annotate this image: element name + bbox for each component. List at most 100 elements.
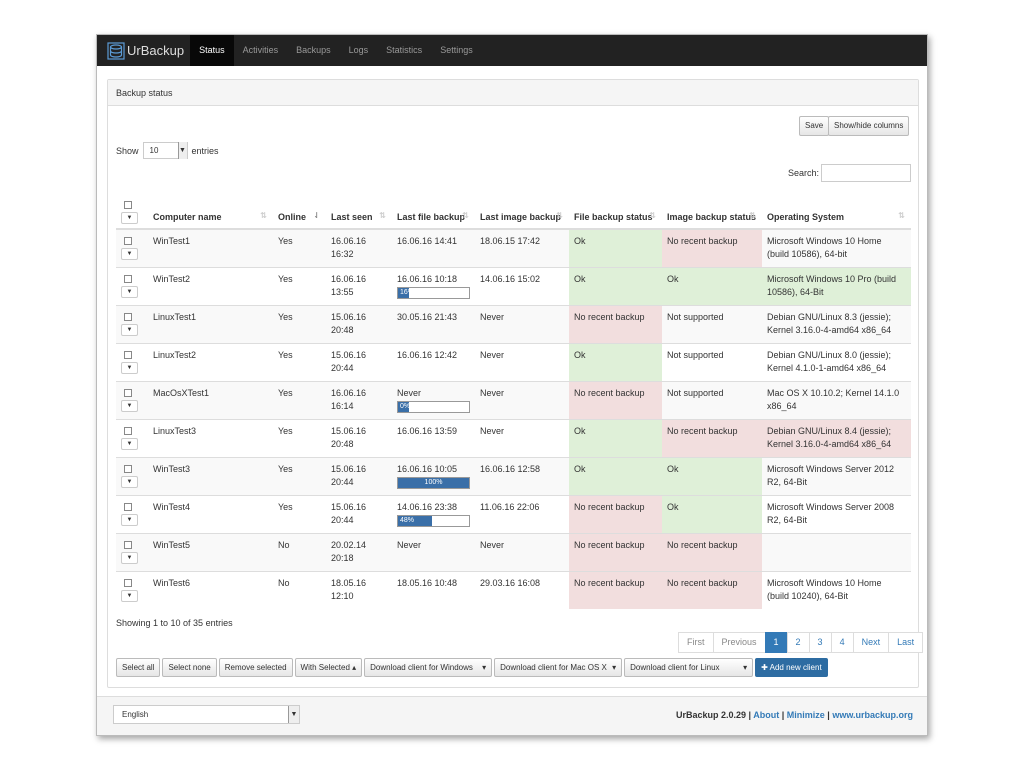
with-selected-button[interactable]: With Selected ▴ bbox=[294, 658, 363, 677]
image-backup-status-cell: Not supported bbox=[662, 304, 762, 343]
row-checkbox[interactable] bbox=[124, 350, 132, 359]
row-checkbox[interactable] bbox=[124, 237, 132, 245]
page-4-button[interactable]: 4 bbox=[830, 632, 854, 653]
sort-icon: ⇅ bbox=[260, 211, 267, 220]
row-dropdown-button[interactable]: ▼ bbox=[121, 285, 138, 298]
column-header[interactable]: Online ⇃ bbox=[273, 193, 326, 230]
row-dropdown-button[interactable]: ▼ bbox=[121, 361, 138, 374]
column-header[interactable]: Computer name ⇅ bbox=[148, 193, 273, 230]
last-file-backup-cell: 16.06.16 10:05 100% bbox=[392, 456, 475, 495]
file-backup-status-cell: No recent backup bbox=[569, 570, 662, 609]
download-windows-client-select[interactable]: Download client for Windows ▾ bbox=[364, 658, 493, 677]
database-logo-icon bbox=[107, 41, 125, 60]
row-dropdown-button[interactable]: ▼ bbox=[121, 475, 138, 488]
online-cell: Yes bbox=[273, 342, 326, 381]
nav-item-status[interactable]: Status bbox=[190, 35, 234, 66]
row-dropdown-button[interactable]: ▼ bbox=[121, 248, 138, 260]
page-next-button[interactable]: Next bbox=[852, 632, 890, 653]
nav-item-backups[interactable]: Backups bbox=[287, 35, 340, 66]
row-dropdown-button[interactable]: ▼ bbox=[121, 513, 138, 526]
file-backup-status-cell: Ok bbox=[569, 456, 662, 495]
backup-status-table: ▼ Computer name ⇅ Online ⇃ Last seen ⇅ Last… bbox=[116, 193, 911, 609]
table-header-row: ▼ Computer name ⇅ Online ⇃ Last seen ⇅ Last… bbox=[116, 193, 911, 230]
column-header[interactable]: Last seen ⇅ bbox=[326, 193, 392, 230]
column-header[interactable]: Operating System ⇅ bbox=[762, 193, 911, 230]
row-checkbox[interactable] bbox=[124, 578, 132, 587]
operating-system-cell: Microsoft Windows 10 Pro (build 10586), … bbox=[762, 266, 911, 305]
file-backup-progress-bar: 100% bbox=[397, 476, 470, 489]
download-linux-client-select[interactable]: Download client for Linux ▾ bbox=[624, 658, 754, 677]
row-checkbox[interactable] bbox=[124, 274, 132, 283]
file-backup-status-cell: No recent backup bbox=[569, 532, 662, 571]
chevron-down-icon: ▾ bbox=[482, 663, 487, 672]
last-file-backup-cell: Never 0% bbox=[392, 380, 475, 419]
table-row: ▼ WinTest6 No 18.05.16 12:10 18.05.16 10:48 2… bbox=[116, 570, 911, 609]
last-image-backup-cell: Never bbox=[475, 380, 569, 419]
select-all-checkbox[interactable] bbox=[124, 201, 132, 209]
header-dropdown-button[interactable]: ▼ bbox=[121, 212, 138, 224]
row-dropdown-button[interactable]: ▼ bbox=[121, 551, 138, 564]
nav-item-settings[interactable]: Settings bbox=[431, 35, 482, 66]
file-backup-status-cell: No recent backup bbox=[569, 304, 662, 343]
operating-system-cell: Debian GNU/Linux 8.4 (jessie); Kernel 3.… bbox=[762, 418, 911, 457]
nav-item-logs[interactable]: Logs bbox=[340, 35, 378, 66]
online-cell: Yes bbox=[273, 494, 326, 533]
add-new-client-button[interactable]: ✚ Add new client bbox=[755, 658, 828, 677]
download-mac-client-select[interactable]: Download client for Mac OS X ▾ bbox=[494, 658, 623, 677]
nav-item-activities[interactable]: Activities bbox=[234, 35, 288, 66]
brand[interactable]: UrBackup bbox=[97, 35, 184, 66]
table-row: ▼ LinuxTest3 Yes 15.06.16 20:48 16.06.16 13:… bbox=[116, 418, 911, 457]
row-dropdown-button[interactable]: ▼ bbox=[121, 437, 138, 450]
show-hide-columns-button[interactable]: Show/hide columns bbox=[828, 116, 910, 136]
file-backup-status-cell: Ok bbox=[569, 266, 662, 305]
row-checkbox[interactable] bbox=[124, 502, 132, 511]
row-checkbox[interactable] bbox=[124, 426, 132, 435]
image-backup-status-cell: Ok bbox=[662, 494, 762, 533]
computer-name-cell: MacOsXTest1 bbox=[148, 380, 273, 419]
last-file-backup-cell: 14.06.16 23:38 48% bbox=[392, 494, 475, 533]
online-cell: Yes bbox=[273, 380, 326, 419]
search-input[interactable] bbox=[821, 164, 911, 182]
page-2-button[interactable]: 2 bbox=[786, 632, 810, 653]
image-backup-status-cell: Not supported bbox=[662, 380, 762, 419]
computer-name-cell: WinTest6 bbox=[148, 570, 273, 609]
page-first-button[interactable]: First bbox=[678, 632, 714, 653]
column-header[interactable]: Image backup status ⇅ bbox=[662, 193, 762, 230]
panel-title: Backup status bbox=[108, 80, 918, 106]
page-last-button[interactable]: Last bbox=[888, 632, 924, 653]
footer: English ▼ UrBackup 2.0.29 | About | Mini… bbox=[97, 696, 927, 735]
select-none-button[interactable]: Select none bbox=[162, 658, 217, 677]
sort-icon: ⇅ bbox=[649, 211, 656, 220]
file-backup-progress-bar: 0% bbox=[397, 400, 470, 413]
last-file-backup-cell: 16.06.16 14:41 bbox=[392, 228, 475, 267]
about-link[interactable]: About bbox=[753, 710, 779, 720]
computer-name-cell: LinuxTest2 bbox=[148, 342, 273, 381]
website-link[interactable]: www.urbackup.org bbox=[832, 710, 913, 720]
row-checkbox[interactable] bbox=[124, 388, 132, 397]
page-3-button[interactable]: 3 bbox=[808, 632, 832, 653]
minimize-link[interactable]: Minimize bbox=[787, 710, 825, 720]
row-checkbox[interactable] bbox=[124, 540, 132, 549]
last-image-backup-cell: 16.06.16 12:58 bbox=[475, 456, 569, 495]
column-header[interactable]: File backup status ⇅ bbox=[569, 193, 662, 230]
entries-select[interactable]: 10 ▼ bbox=[142, 142, 188, 159]
column-header[interactable]: Last image backup ⇅ bbox=[475, 193, 569, 230]
save-button[interactable]: Save bbox=[799, 116, 830, 136]
page-1-button[interactable]: 1 bbox=[764, 632, 788, 653]
file-backup-status-cell: Ok bbox=[569, 342, 662, 381]
row-dropdown-button[interactable]: ▼ bbox=[121, 589, 138, 602]
row-dropdown-button[interactable]: ▼ bbox=[121, 399, 138, 412]
nav-item-statistics[interactable]: Statistics bbox=[377, 35, 431, 66]
select-column-header: ▼ bbox=[116, 193, 148, 230]
column-header[interactable]: Last file backup ⇅ bbox=[392, 193, 475, 230]
remove-selected-button[interactable]: Remove selected bbox=[218, 658, 293, 677]
file-backup-progress-bar: 48% bbox=[397, 514, 470, 527]
page-previous-button[interactable]: Previous bbox=[712, 632, 766, 653]
row-checkbox[interactable] bbox=[124, 312, 132, 321]
row-dropdown-button[interactable]: ▼ bbox=[121, 323, 138, 336]
select-all-button[interactable]: Select all bbox=[116, 658, 161, 677]
chevron-down-icon: ▼ bbox=[177, 142, 187, 159]
row-checkbox[interactable] bbox=[124, 464, 132, 473]
language-select[interactable]: English ▼ bbox=[113, 705, 300, 724]
entries-label: entries bbox=[191, 145, 219, 156]
